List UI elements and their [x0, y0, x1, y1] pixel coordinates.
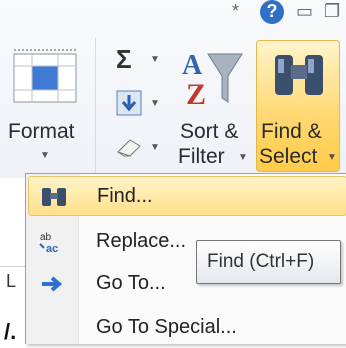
chevron-down-icon: ▼ — [40, 150, 50, 161]
autosum-button[interactable]: Σ ▼ — [112, 44, 167, 78]
svg-text:ac: ac — [46, 243, 58, 254]
title-bar-controls: * ? ▭ ❐ — [226, 0, 346, 32]
fill-button[interactable]: ▼ — [112, 88, 167, 122]
tooltip-text: Find (Ctrl+F) — [207, 251, 315, 272]
sheet-cell-text: /. — [4, 319, 17, 344]
format-label: Format — [8, 120, 75, 143]
ribbon: * ? ▭ ❐ Format ▼ Σ ▼ ▼ ▼ A Z Sort & Filt… — [0, 0, 346, 178]
menu-item-label: Go To Special... — [96, 316, 237, 338]
group-separator — [95, 38, 96, 173]
chevron-down-icon: ▼ — [150, 54, 160, 65]
find-select-label-line2: Select — [259, 145, 318, 168]
tooltip: Find (Ctrl+F) — [196, 240, 341, 284]
replace-icon: ab ac — [39, 232, 58, 254]
sheet-cell-text: L — [6, 271, 17, 291]
eraser-icon — [117, 139, 141, 157]
menu-item-go-to-special[interactable]: Go To Special... — [28, 308, 346, 348]
chevron-down-icon: ▼ — [150, 142, 160, 153]
find-select-button[interactable]: Find & Select ▼ — [256, 40, 340, 172]
sort-filter-label-line1: Sort & — [180, 120, 239, 143]
worksheet-area: L /. — [0, 178, 25, 344]
clear-button[interactable]: ▼ — [112, 132, 167, 166]
autosum-icon: Σ — [116, 44, 132, 74]
menu-item-label: Find... — [97, 185, 153, 207]
chevron-down-icon: ▼ — [150, 98, 160, 109]
format-cells-icon — [13, 49, 77, 103]
window-minimize-icon[interactable]: ▭ — [296, 0, 313, 22]
menu-item-label: Go To... — [96, 272, 166, 294]
sort-filter-button[interactable]: A Z Sort & Filter ▼ — [172, 40, 252, 175]
format-button[interactable]: Format ▼ — [0, 40, 90, 175]
arrow-right-icon — [42, 276, 63, 292]
binoculars-icon — [42, 188, 66, 206]
svg-text:Z: Z — [186, 78, 206, 111]
menu-item-find[interactable]: Find... — [28, 176, 346, 216]
window-restore-icon[interactable]: ❐ — [324, 0, 340, 22]
find-select-label-line1: Find & — [261, 120, 322, 143]
binoculars-icon — [275, 55, 323, 95]
menu-item-label: Replace... — [96, 230, 187, 252]
svg-text:ab: ab — [40, 232, 52, 243]
fill-down-icon — [116, 90, 142, 116]
sort-filter-icon: A Z — [182, 50, 243, 111]
sort-filter-label-line2: Filter — [178, 145, 225, 168]
svg-text:A: A — [182, 50, 203, 81]
sheet-cell[interactable]: L — [0, 266, 25, 297]
sheet-cell[interactable]: /. — [0, 313, 25, 344]
chevron-down-icon: ▼ — [327, 152, 337, 163]
help-icon[interactable]: ? — [260, 0, 284, 24]
chevron-down-icon: ▼ — [238, 152, 248, 163]
minimize-ribbon-icon[interactable]: * — [232, 0, 239, 22]
